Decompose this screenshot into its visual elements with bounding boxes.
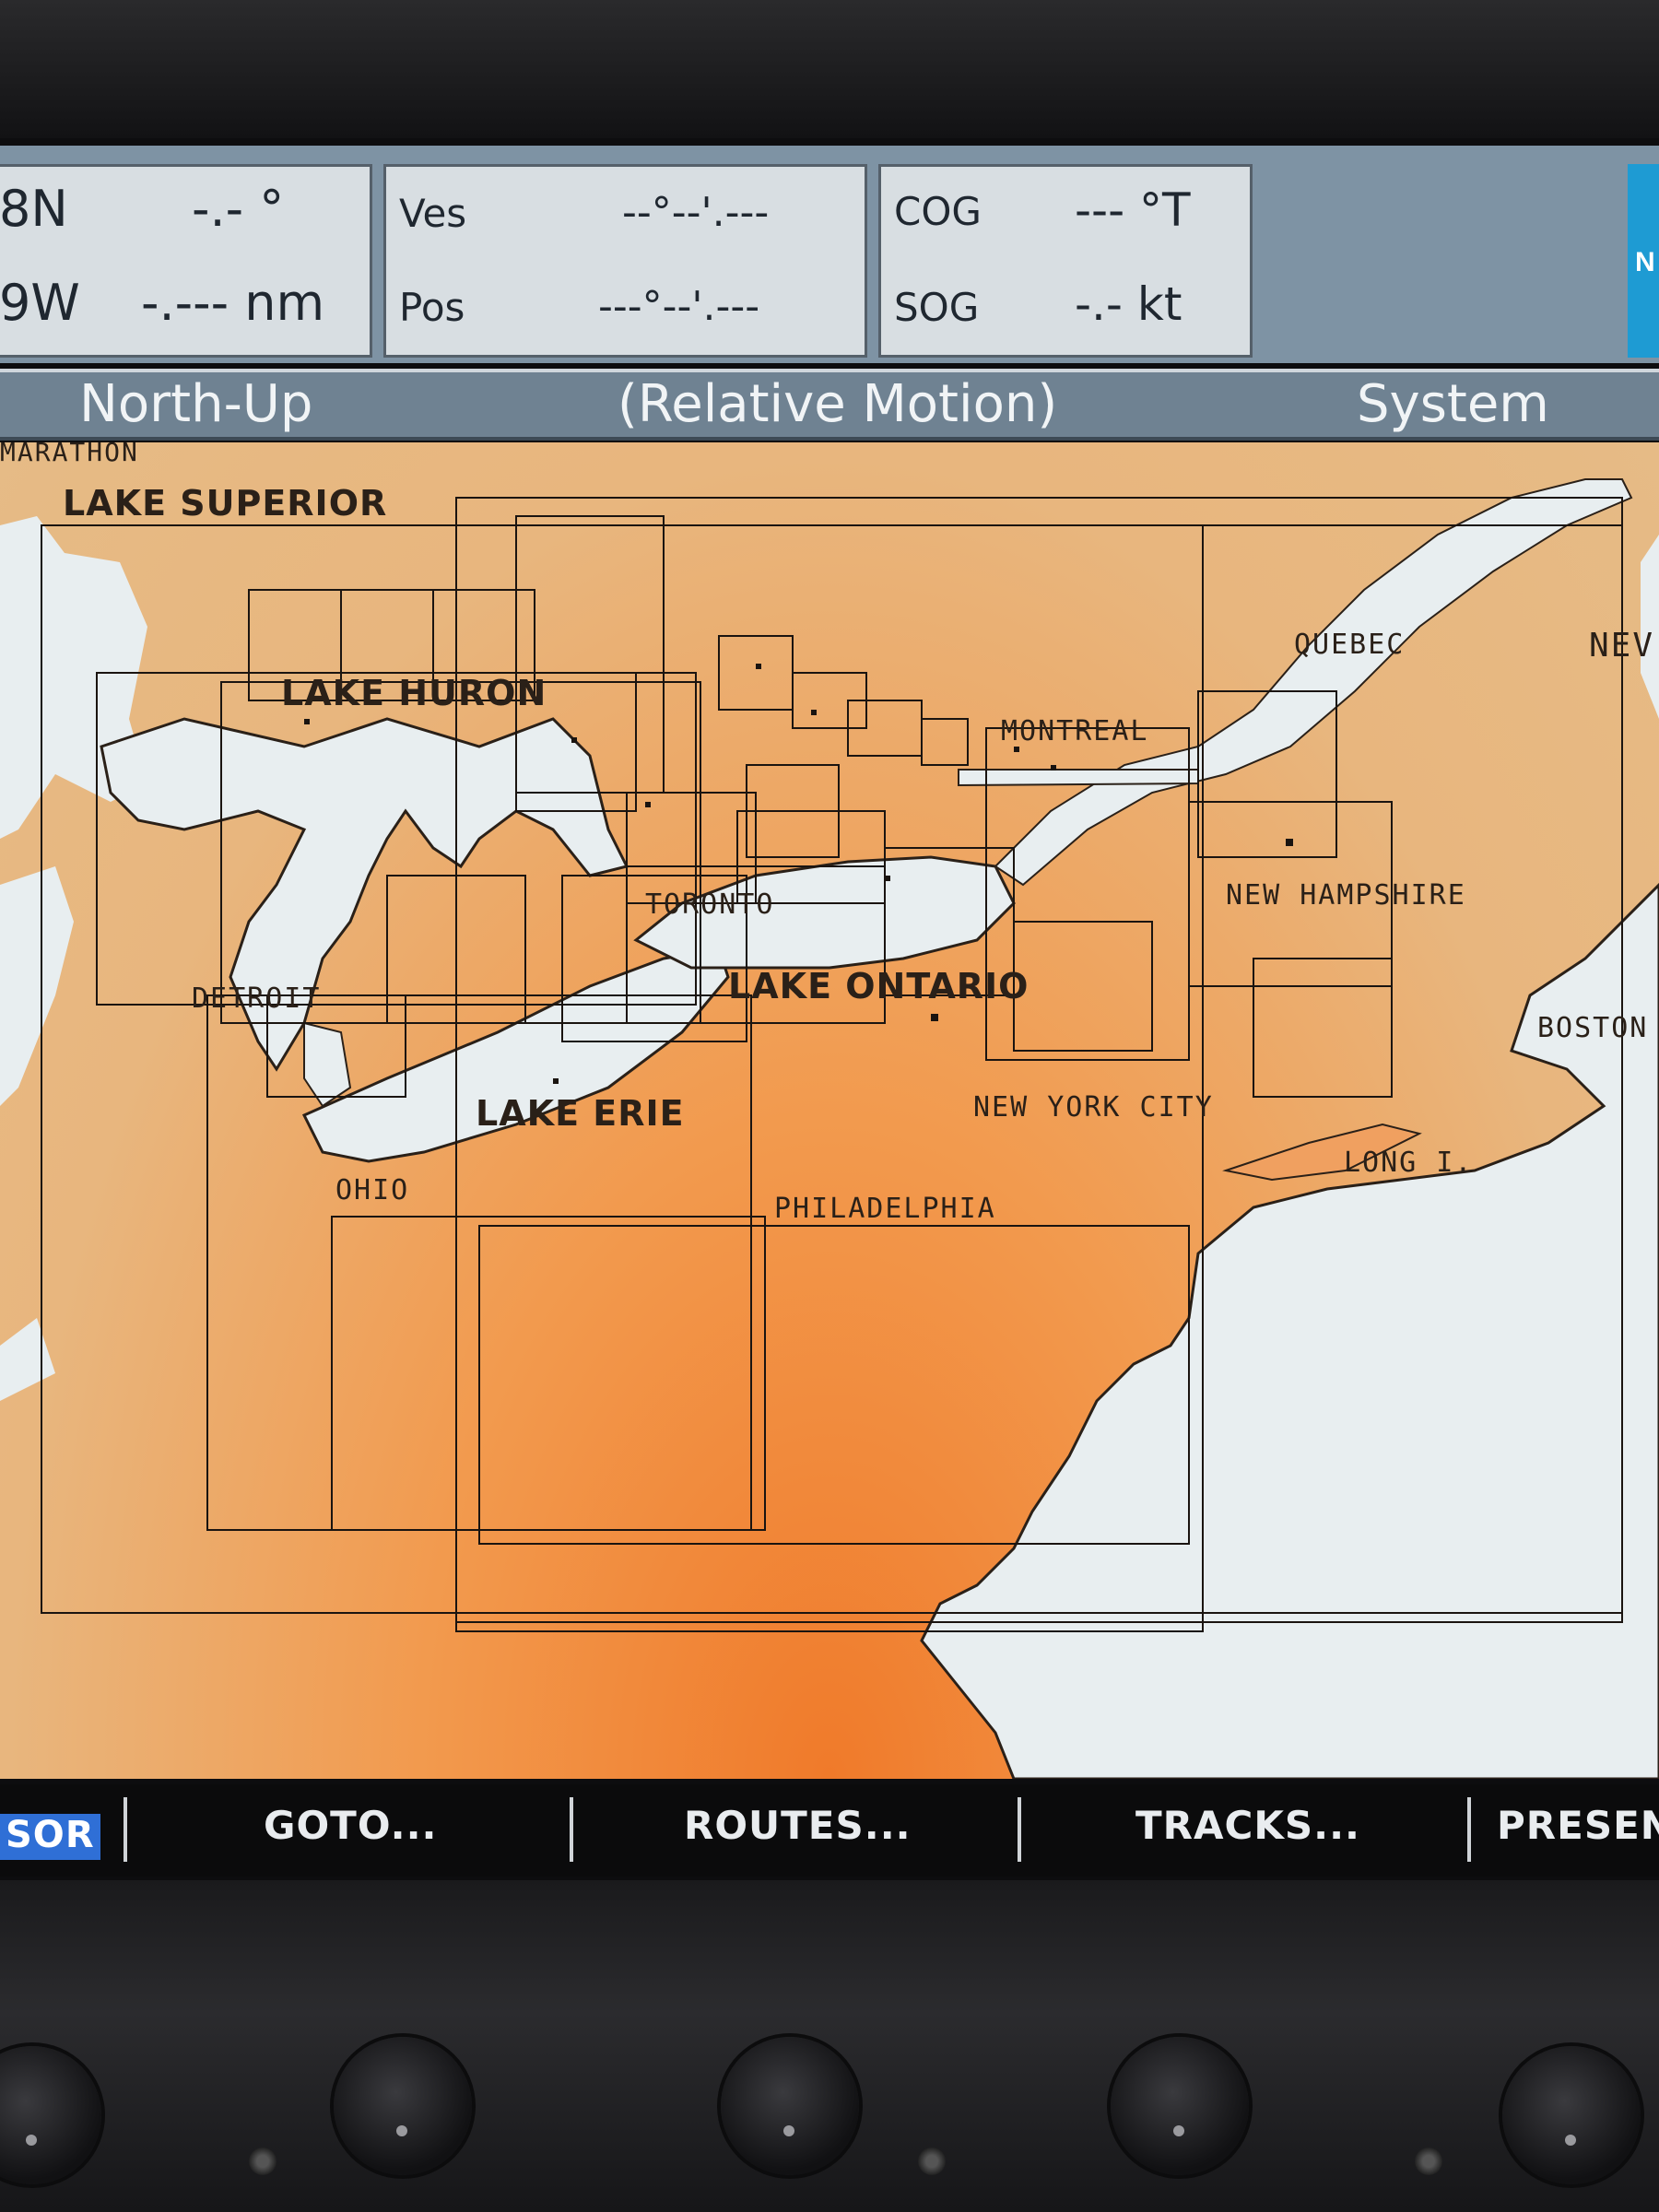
- soft-key-bar: SOR GOTO... ROUTES... TRACKS... PRESEN: [0, 1784, 1659, 1877]
- device-bezel-top: [0, 0, 1659, 138]
- soft-key-knob[interactable]: [334, 2037, 472, 2175]
- label-montreal: MONTREAL: [1001, 715, 1149, 747]
- label-lake-erie: LAKE ERIE: [476, 1093, 685, 1134]
- motion-mode[interactable]: (Relative Motion): [618, 374, 1057, 434]
- goto-soft-key[interactable]: GOTO...: [264, 1803, 437, 1848]
- sog-value: -.- kt: [1075, 277, 1182, 331]
- chartplotter-screen: 8N -.- ° 9W -.--- nm Ves Pos --°--'.--- …: [0, 138, 1659, 1880]
- label-philadelphia: PHILADELPHIA: [774, 1193, 996, 1225]
- cursor-longitude: 9W: [0, 274, 80, 332]
- brand-logo-text: N: [1635, 247, 1655, 277]
- lake-st-clair-water: [303, 1021, 352, 1108]
- label-lake-huron: LAKE HURON: [281, 673, 547, 713]
- position-source[interactable]: System: [1357, 374, 1549, 434]
- soft-key-knob[interactable]: [1502, 2046, 1641, 2184]
- vessel-label: Ves: [399, 191, 467, 236]
- label-lake-ontario: LAKE ONTARIO: [728, 966, 1030, 1006]
- label-long-island: LONG I.: [1344, 1147, 1474, 1179]
- label-quebec: QUEBEC: [1294, 629, 1406, 661]
- lake-michigan-water: [0, 866, 74, 1106]
- bezel-screw: [1415, 2147, 1442, 2175]
- label-new-edge: NEV: [1589, 627, 1655, 665]
- soft-key-knob[interactable]: [1111, 2037, 1249, 2175]
- soft-key-divider: [1467, 1797, 1471, 1862]
- label-boston: BOSTON: [1537, 1012, 1649, 1044]
- cursor-soft-key[interactable]: SOR: [0, 1814, 100, 1860]
- mode-bar: North-Up (Relative Motion) System: [0, 369, 1659, 441]
- soft-key-divider: [570, 1797, 573, 1862]
- ottawa-river: [958, 769, 1199, 787]
- label-new-hampshire: NEW HAMPSHIRE: [1226, 879, 1466, 912]
- chart-view[interactable]: MARATHON LAKE SUPERIOR LAKE HURON QUEBEC…: [0, 442, 1659, 1779]
- st-lawrence-river: [994, 478, 1633, 887]
- label-ohio: OHIO: [335, 1174, 410, 1206]
- tracks-soft-key[interactable]: TRACKS...: [1135, 1803, 1360, 1848]
- soft-key-divider: [124, 1797, 127, 1862]
- west-water-fragment: [0, 1318, 55, 1401]
- sog-label: SOG: [894, 285, 980, 330]
- course-speed-box: COG --- °T SOG -.- kt: [878, 164, 1253, 358]
- position-label: Pos: [399, 285, 465, 330]
- chart-map: [0, 478, 1659, 1779]
- brand-logo: N: [1628, 164, 1659, 358]
- soft-key-knob[interactable]: [721, 2037, 859, 2175]
- cursor-latitude: 8N: [0, 180, 68, 238]
- cog-value: --- °T: [1075, 183, 1191, 237]
- cog-label: COG: [894, 189, 982, 234]
- present-soft-key[interactable]: PRESEN: [1497, 1803, 1659, 1848]
- label-marathon: MARATHON: [0, 442, 139, 467]
- bezel-screw: [249, 2147, 276, 2175]
- vessel-latitude: --°--'.---: [622, 189, 770, 236]
- orientation-mode[interactable]: North-Up: [79, 374, 312, 434]
- label-detroit: DETROIT: [192, 982, 322, 1015]
- cursor-bearing: -.- °: [192, 180, 285, 238]
- label-toronto: TORONTO: [645, 888, 775, 921]
- vessel-position-box: Ves Pos --°--'.--- ---°--'.---: [383, 164, 867, 358]
- label-new-york-city: NEW YORK CITY: [973, 1091, 1214, 1124]
- cursor-position-box: 8N -.- ° 9W -.--- nm: [0, 164, 372, 358]
- data-bar: 8N -.- ° 9W -.--- nm Ves Pos --°--'.--- …: [0, 146, 1659, 363]
- bezel-screw: [918, 2147, 946, 2175]
- vessel-longitude: ---°--'.---: [598, 283, 760, 330]
- routes-soft-key[interactable]: ROUTES...: [684, 1803, 912, 1848]
- cursor-range: -.--- nm: [141, 274, 325, 332]
- soft-key-divider: [1018, 1797, 1021, 1862]
- label-lake-superior: LAKE SUPERIOR: [63, 483, 388, 524]
